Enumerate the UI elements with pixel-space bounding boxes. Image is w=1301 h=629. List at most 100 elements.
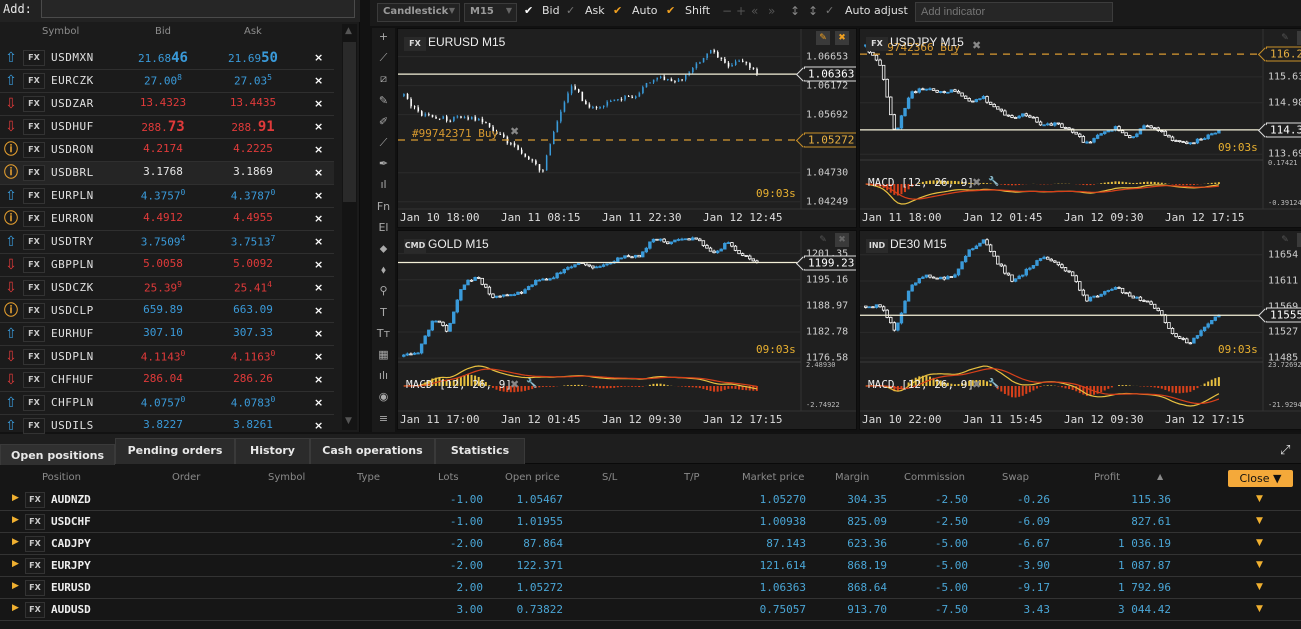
position-row[interactable]: ▶ FX USDCHF -1.00 1.01955 1.00938 825.09 -2.50 -…: [0, 511, 1301, 533]
remove-symbol-button[interactable]: ×: [314, 350, 323, 363]
watchlist-row[interactable]: ⇩ FX USDCZK 25.399 25.414 ×: [0, 277, 334, 300]
remove-symbol-button[interactable]: ×: [314, 396, 323, 409]
watchlist-row[interactable]: ⇩ FX USDPLN 4.11430 4.11630 ×: [0, 346, 334, 369]
ask-price[interactable]: 3.1869: [208, 165, 298, 178]
watchlist-row[interactable]: ⇩ FX USDZAR 13.4323 13.4435 ×: [0, 93, 334, 116]
row-actions-dropdown[interactable]: ▼: [1256, 560, 1263, 570]
scroll-up-icon[interactable]: ▲: [345, 26, 352, 36]
symbol-header[interactable]: Symbol: [42, 26, 79, 37]
timeframe-select[interactable]: M15 ▼: [464, 3, 517, 22]
bid-price[interactable]: 4.2174: [118, 142, 208, 155]
scroll-left-icon[interactable]: «: [751, 4, 758, 18]
tab-history[interactable]: History: [235, 438, 310, 464]
column-header[interactable]: Commission: [904, 472, 965, 483]
close-chart-icon[interactable]: ✖: [835, 31, 849, 45]
bid-header[interactable]: Bid: [155, 26, 171, 37]
auto-checkbox[interactable]: ✔: [613, 4, 622, 17]
bid-price[interactable]: 13.4323: [118, 96, 208, 109]
drawing-tool-icon[interactable]: ✐: [372, 115, 395, 128]
edit-chart-icon[interactable]: ✎: [816, 31, 830, 45]
remove-symbol-button[interactable]: ×: [314, 327, 323, 340]
ask-price[interactable]: 4.11630: [208, 349, 298, 364]
remove-symbol-button[interactable]: ×: [314, 235, 323, 248]
edit-chart-icon[interactable]: ✎: [1278, 31, 1292, 45]
chart-canvas[interactable]: [860, 29, 1301, 228]
close-chart-icon[interactable]: ✖: [1297, 233, 1301, 247]
column-header[interactable]: Symbol: [268, 472, 305, 483]
expand-row-icon[interactable]: ▶: [12, 603, 19, 613]
sort-ascending-icon[interactable]: ▲: [1157, 472, 1163, 481]
bid-price[interactable]: 27.008: [118, 73, 208, 88]
remove-symbol-button[interactable]: ×: [314, 74, 323, 87]
watchlist-row[interactable]: ⇧ FX USDMXN 21.6846 21.6950 ×: [0, 47, 334, 70]
tab-pending-orders[interactable]: Pending orders: [115, 438, 235, 464]
bid-price[interactable]: 4.07570: [118, 395, 208, 410]
close-order-icon[interactable]: ✖: [510, 125, 519, 138]
indicator-settings-icon[interactable]: 🔧: [526, 379, 537, 389]
close-all-button[interactable]: Close ▼: [1228, 470, 1293, 487]
close-indicator-icon[interactable]: ✖: [972, 378, 981, 391]
column-header[interactable]: Order: [172, 472, 200, 483]
watchlist-row[interactable]: ⇧ FX EURPLN 4.37570 4.37870 ×: [0, 185, 334, 208]
shift-checkbox[interactable]: ✔: [666, 4, 675, 17]
drawing-tool-icon[interactable]: Fn: [372, 200, 395, 213]
drawing-tool-icon[interactable]: ✒: [372, 157, 395, 170]
expand-row-icon[interactable]: ▶: [12, 581, 19, 591]
column-header[interactable]: T/P: [684, 472, 700, 483]
bid-price[interactable]: 659.89: [118, 303, 208, 316]
macd-label[interactable]: MACD [12, 26, 9]: [868, 176, 974, 189]
bid-checkbox[interactable]: ✔: [524, 4, 533, 17]
chart-panel[interactable]: 115.63 114.98 113.69 114.3 #99742366 Buy ✖ 116…: [859, 28, 1301, 228]
column-header[interactable]: Margin: [835, 472, 869, 483]
remove-symbol-button[interactable]: ×: [314, 304, 323, 317]
scroll-right-icon[interactable]: »: [768, 4, 775, 18]
remove-symbol-button[interactable]: ×: [314, 143, 323, 156]
drawing-tool-icon[interactable]: +: [372, 30, 395, 43]
column-header[interactable]: Position: [42, 472, 81, 483]
ask-price[interactable]: 3.75137: [208, 234, 298, 249]
chart-panel[interactable]: 1201.35 1195.16 1188.97 1182.78 1176.58 1199.…: [397, 230, 857, 430]
column-header[interactable]: Market price: [742, 472, 804, 483]
position-row[interactable]: ▶ FX AUDNZD -1.00 1.05467 1.05270 304.35 -2.50 -…: [0, 489, 1301, 511]
watchlist-row[interactable]: ⇩ FX GBPPLN 5.0058 5.0092 ×: [0, 254, 334, 277]
close-chart-icon[interactable]: ✖: [1297, 31, 1301, 45]
macd-label[interactable]: MACD [12, 26, 9]: [868, 378, 974, 391]
watchlist-row[interactable]: ⓘ FX USDBRL 3.1768 3.1869 ×: [0, 162, 334, 185]
drawing-tool-icon[interactable]: ⟋: [372, 51, 395, 65]
edit-chart-icon[interactable]: ✎: [1278, 233, 1292, 247]
remove-symbol-button[interactable]: ×: [314, 51, 323, 64]
scroll-down-icon[interactable]: ▼: [345, 416, 352, 426]
ask-price[interactable]: 4.37870: [208, 188, 298, 203]
order-label[interactable]: #99742371 Buy: [412, 127, 498, 140]
drawing-tool-icon[interactable]: ◉: [372, 390, 395, 403]
drawing-tool-icon[interactable]: ıl: [372, 178, 395, 191]
bid-price[interactable]: 288.73: [118, 119, 208, 135]
bid-price[interactable]: 4.4912: [118, 211, 208, 224]
bid-price[interactable]: 3.8227: [118, 418, 208, 431]
indicator-settings-icon[interactable]: 🔧: [988, 177, 999, 187]
drawing-tool-icon[interactable]: ⧄: [372, 72, 395, 86]
scrollbar-thumb[interactable]: [343, 42, 356, 202]
ask-checkbox[interactable]: ✓: [566, 4, 575, 17]
watchlist-row[interactable]: ⇧ FX CHFPLN 4.07570 4.07830 ×: [0, 392, 334, 415]
expand-row-icon[interactable]: ▶: [12, 493, 19, 503]
watchlist-row[interactable]: ⇧ FX EURHUF 307.10 307.33 ×: [0, 323, 334, 346]
watchlist-row[interactable]: ⇧ FX USDTRY 3.75094 3.75137 ×: [0, 231, 334, 254]
add-indicator-input[interactable]: [915, 2, 1113, 22]
expand-row-icon[interactable]: ▶: [12, 537, 19, 547]
tab-cash-operations[interactable]: Cash operations: [310, 438, 435, 464]
macd-label[interactable]: MACD [12, 26, 9]: [406, 378, 512, 391]
drawing-tool-icon[interactable]: ⟋: [372, 136, 395, 150]
column-header[interactable]: Type: [357, 472, 380, 483]
drawing-tool-icon[interactable]: ≡: [372, 412, 395, 425]
edit-chart-icon[interactable]: ✎: [816, 233, 830, 247]
drawing-tool-icon[interactable]: ⬥: [372, 242, 395, 256]
drawing-tool-icon[interactable]: ⚲: [372, 284, 395, 297]
bid-price[interactable]: 3.1768: [118, 165, 208, 178]
add-symbol-input[interactable]: [41, 0, 355, 18]
remove-symbol-button[interactable]: ×: [314, 97, 323, 110]
drawing-tool-icon[interactable]: T: [372, 306, 395, 319]
row-actions-dropdown[interactable]: ▼: [1256, 516, 1263, 526]
expand-panel-icon[interactable]: ⤢: [1280, 443, 1290, 458]
remove-symbol-button[interactable]: ×: [314, 166, 323, 179]
